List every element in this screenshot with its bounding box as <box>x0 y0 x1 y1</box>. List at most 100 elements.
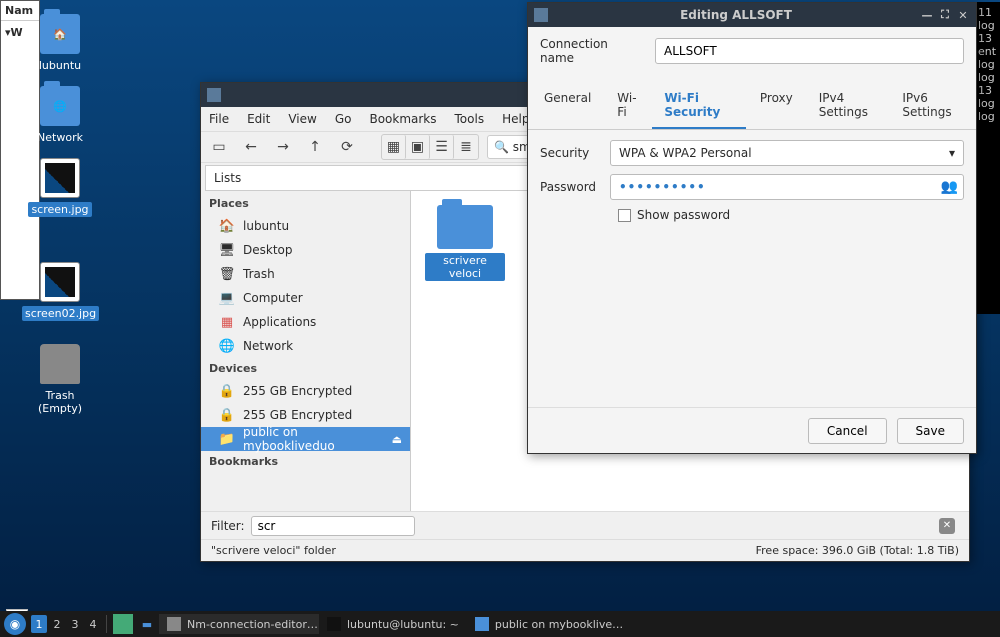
desktop-icon-trash[interactable]: Trash (Empty) <box>22 344 98 416</box>
checkbox-icon <box>618 209 631 222</box>
sidebar-item-trash[interactable]: 🗑Trash <box>201 262 410 286</box>
sidebar-item-encrypted-0[interactable]: 🔒255 GB Encrypted <box>201 379 410 403</box>
nm-titlebar[interactable]: Editing ALLSOFT — ⛶ ✕ <box>528 3 976 27</box>
nav-up-button[interactable]: ↑ <box>303 135 327 159</box>
sidebar-item-computer[interactable]: 💻Computer <box>201 286 410 310</box>
clear-filter-button[interactable]: ✕ <box>939 518 955 534</box>
terminal-window[interactable]: 11log13entloglog13loglog <box>976 2 1000 314</box>
network-folder-icon: 🌐 <box>40 86 80 126</box>
connection-name-input[interactable] <box>655 38 964 64</box>
computer-icon: 💻 <box>219 290 235 306</box>
workspace-1[interactable]: 1 <box>31 615 47 633</box>
sidebar-item-public-share[interactable]: 📁public on mybookliveduo⏏ <box>201 427 410 451</box>
terminal-icon <box>327 617 341 631</box>
disk-encrypted-icon: 🔒 <box>219 383 235 399</box>
security-label: Security <box>540 146 600 160</box>
show-desktop-button[interactable] <box>113 614 133 634</box>
sidebar-item-applications[interactable]: ▦Applications <box>201 310 410 334</box>
eject-icon[interactable]: ⏏ <box>392 433 402 446</box>
window-icon <box>534 8 548 22</box>
workspace-3[interactable]: 3 <box>67 615 83 633</box>
tab-wifi[interactable]: Wi-Fi <box>605 83 650 129</box>
disk-encrypted-icon: 🔒 <box>219 407 235 423</box>
maximize-button[interactable]: ⛶ <box>938 8 952 22</box>
task-terminal[interactable]: lubuntu@lubuntu: ~ <box>319 614 467 634</box>
home-folder-icon: 🏠 <box>40 14 80 54</box>
network-icon: 🌐 <box>219 338 235 354</box>
view-compact-button[interactable]: ☰ <box>430 135 454 159</box>
nm-editor-window[interactable]: Editing ALLSOFT — ⛶ ✕ Connection name Ge… <box>527 2 977 454</box>
security-select[interactable]: WPA & WPA2 Personal ▾ <box>610 140 964 166</box>
view-icons-button[interactable]: ▦ <box>382 135 406 159</box>
view-mode-group: ▦ ▣ ☰ ≣ <box>381 134 479 160</box>
sidebar-item-desktop[interactable]: 🖥Desktop <box>201 238 410 262</box>
desktop-icon-screen02-jpg[interactable]: screen02.jpg <box>22 262 98 321</box>
file-manager-launcher[interactable]: ▬ <box>137 614 157 634</box>
new-tab-button[interactable]: ▭ <box>207 135 231 159</box>
taskbar[interactable]: ◉ 1 2 3 4 ▬ Nm-connection-editor… lubunt… <box>0 611 1000 637</box>
desktop-icon-network[interactable]: 🌐 Network <box>22 86 98 145</box>
sidebar-item-encrypted-1[interactable]: 🔒255 GB Encrypted <box>201 403 410 427</box>
fm-sidebar[interactable]: Places 🏠lubuntu 🖥Desktop 🗑Trash 💻Compute… <box>201 191 411 511</box>
nm-footer: Cancel Save <box>528 407 976 453</box>
menu-go[interactable]: Go <box>335 112 352 126</box>
nav-forward-button[interactable]: → <box>271 135 295 159</box>
chevron-down-icon: ▾ <box>949 146 955 160</box>
trash-icon: 🗑 <box>219 266 235 282</box>
search-icon: 🔍 <box>494 140 509 154</box>
network-share-icon: 📁 <box>219 431 235 447</box>
view-list-button[interactable]: ≣ <box>454 135 478 159</box>
desktop-icon-home[interactable]: 🏠 lubuntu <box>22 14 98 73</box>
workspace-2[interactable]: 2 <box>49 615 65 633</box>
status-selection: "scrivere veloci" folder <box>211 544 336 557</box>
menu-help[interactable]: Help <box>502 112 529 126</box>
sidebar-item-lubuntu[interactable]: 🏠lubuntu <box>201 214 410 238</box>
menu-view[interactable]: View <box>288 112 316 126</box>
tab-ipv4[interactable]: IPv4 Settings <box>807 83 889 129</box>
minimize-button[interactable]: — <box>920 8 934 22</box>
trash-icon <box>40 344 80 384</box>
password-label: Password <box>540 180 600 194</box>
applications-icon: ▦ <box>219 314 235 330</box>
nav-home-button[interactable]: ⟳ <box>335 135 359 159</box>
menu-tools[interactable]: Tools <box>455 112 485 126</box>
task-nm-editor[interactable]: Nm-connection-editor… <box>159 614 319 634</box>
menu-edit[interactable]: Edit <box>247 112 270 126</box>
menu-bookmarks[interactable]: Bookmarks <box>369 112 436 126</box>
filter-input[interactable] <box>251 516 415 536</box>
workspace-4[interactable]: 4 <box>85 615 101 633</box>
nav-back-button[interactable]: ← <box>239 135 263 159</box>
filter-bar: Filter: ✕ <box>201 511 969 539</box>
devices-header: Devices <box>201 358 410 379</box>
tab-wifi-security[interactable]: Wi-Fi Security <box>652 83 746 129</box>
desktop-icon-screen-jpg[interactable]: screen.jpg <box>22 158 98 217</box>
tab-ipv6[interactable]: IPv6 Settings <box>890 83 972 129</box>
password-input[interactable] <box>610 174 964 200</box>
view-thumb-button[interactable]: ▣ <box>406 135 430 159</box>
cancel-button[interactable]: Cancel <box>808 418 887 444</box>
app-icon <box>167 617 181 631</box>
status-free-space: Free space: 396.0 GiB (Total: 1.8 TiB) <box>756 544 959 557</box>
save-button[interactable]: Save <box>897 418 964 444</box>
file-item-folder[interactable]: scrivere veloci <box>425 205 505 281</box>
close-button[interactable]: ✕ <box>956 8 970 22</box>
menu-file[interactable]: File <box>209 112 229 126</box>
sidebar-item-network[interactable]: 🌐Network <box>201 334 410 358</box>
connection-name-label: Connection name <box>540 37 645 65</box>
desktop-icon: 🖥 <box>219 242 235 258</box>
bookmarks-header: Bookmarks <box>201 451 410 472</box>
task-file-manager[interactable]: public on mybooklive… <box>467 614 627 634</box>
home-icon: 🏠 <box>219 218 235 234</box>
tab-proxy[interactable]: Proxy <box>748 83 805 129</box>
start-menu-button[interactable]: ◉ <box>4 613 26 635</box>
folder-icon <box>207 88 221 102</box>
show-password-checkbox[interactable]: Show password <box>618 208 964 222</box>
filter-label: Filter: <box>211 519 245 533</box>
user-secret-icon[interactable]: 👥 <box>941 179 958 195</box>
tab-general[interactable]: General <box>532 83 603 129</box>
image-file-icon <box>40 262 80 302</box>
folder-icon <box>475 617 489 631</box>
fm-statusbar: "scrivere veloci" folder Free space: 396… <box>201 539 969 561</box>
folder-icon <box>437 205 493 249</box>
places-header: Places <box>201 193 410 214</box>
